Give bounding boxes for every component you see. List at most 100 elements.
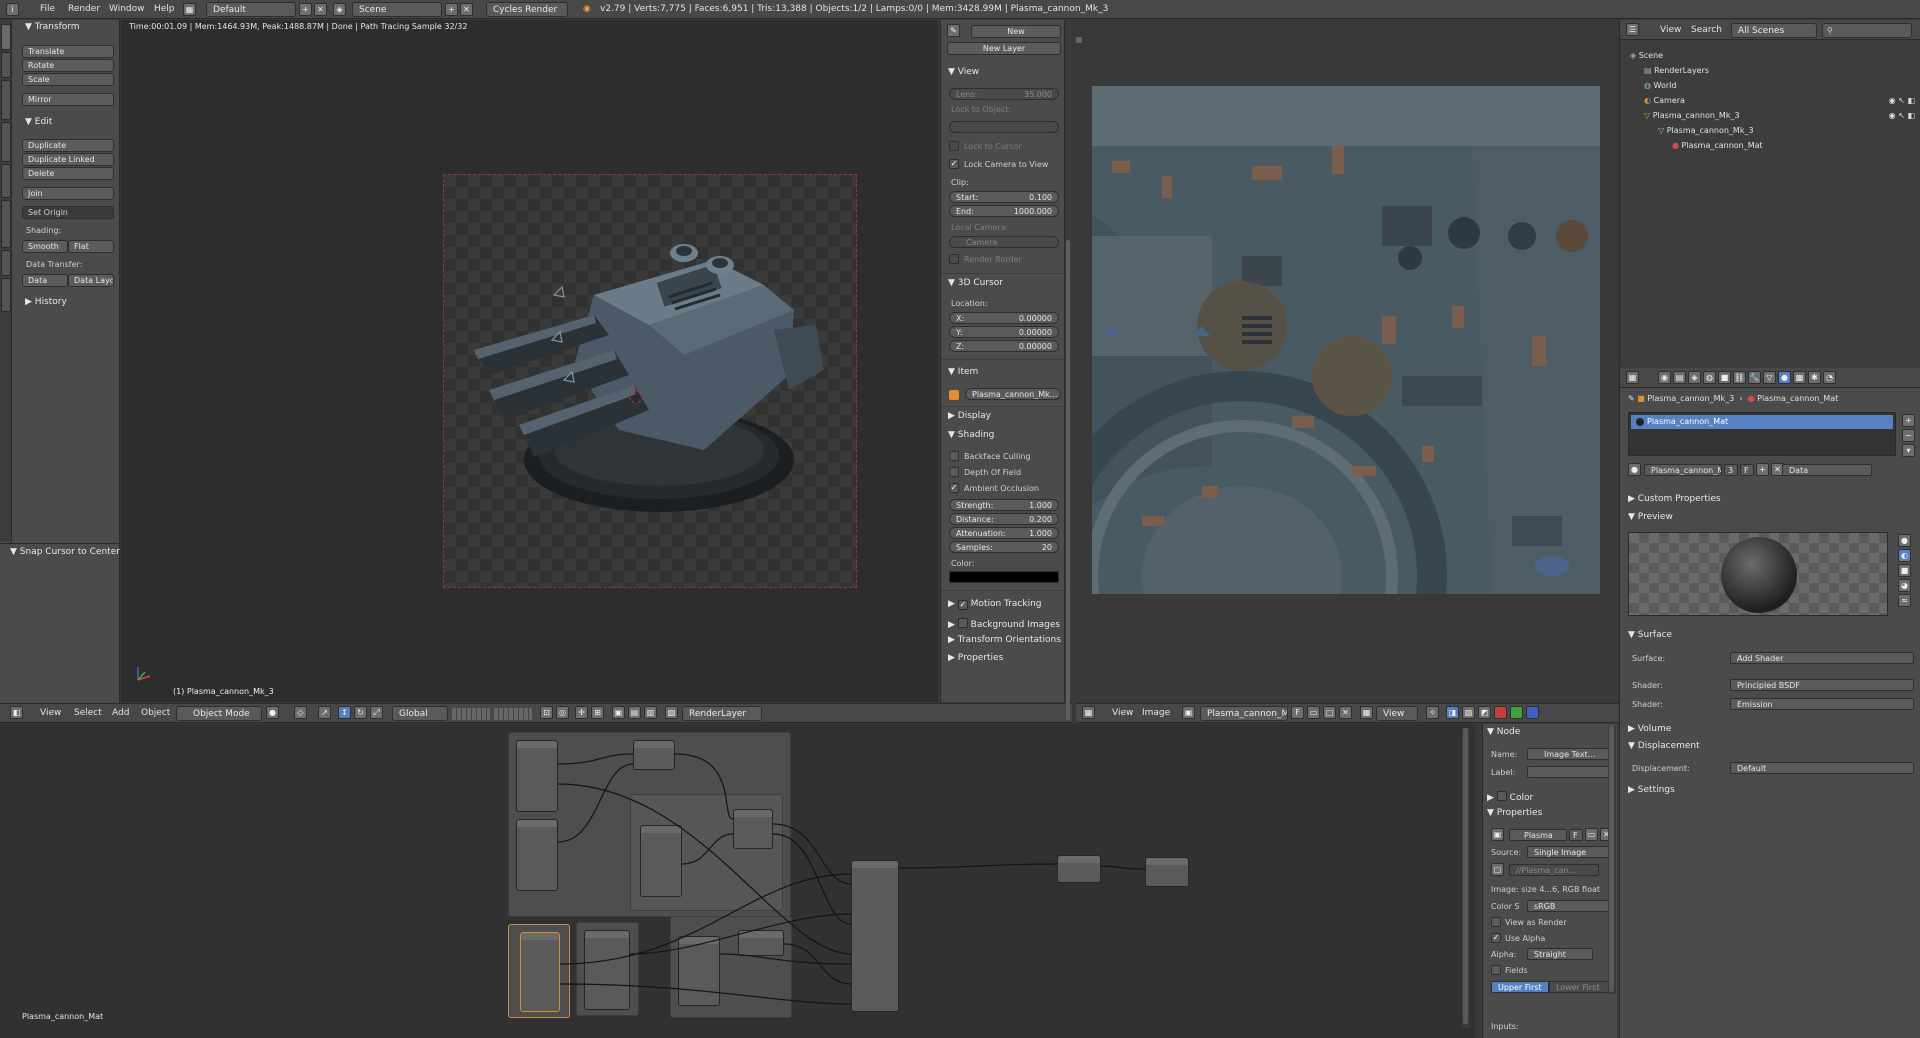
pivot-point-icon[interactable]: ◇: [294, 706, 307, 719]
properties-type-icon[interactable]: ▦: [1626, 371, 1639, 384]
preview-cube-icon[interactable]: ■: [1898, 564, 1911, 577]
render-layers-tab-icon[interactable]: ▤: [1673, 371, 1686, 384]
preview-monkey-icon[interactable]: ◕: [1898, 579, 1911, 592]
preview-header[interactable]: ▼ Preview: [1628, 512, 1673, 522]
backface-culling-checkbox[interactable]: [949, 451, 959, 461]
new-layer-button[interactable]: New Layer: [947, 42, 1061, 55]
ao-checkbox[interactable]: ✓: [949, 483, 959, 493]
tab-animation[interactable]: [1, 122, 11, 162]
last-operator-panel[interactable]: ▼ Snap Cursor to Center: [10, 547, 120, 557]
ao-strength-field[interactable]: Strength: 1.000: [949, 499, 1059, 511]
properties-panel-header[interactable]: ▶ Properties: [948, 653, 1003, 663]
menu-object[interactable]: Object: [141, 707, 170, 720]
color-space-selector[interactable]: sRGB: [1527, 900, 1613, 912]
set-origin-dropdown[interactable]: Set Origin: [22, 206, 114, 219]
outliner-row[interactable]: ▤ RenderLayers: [1620, 63, 1920, 78]
texture-tab-icon[interactable]: ▩: [1793, 371, 1806, 384]
translate-manipulator-icon[interactable]: ↕: [338, 706, 351, 719]
orientation-selector[interactable]: Global: [392, 706, 448, 721]
data-layout-button[interactable]: Data Layo: [68, 274, 114, 287]
material-fake-user[interactable]: F: [1740, 464, 1754, 476]
visibility-toggles-icon[interactable]: ◉ ↖ ◧: [1889, 108, 1915, 123]
modifiers-tab-icon[interactable]: 🔧: [1748, 371, 1761, 384]
opengl-render-icon[interactable]: ▣: [612, 706, 625, 719]
menu-view[interactable]: View: [40, 707, 61, 720]
info-editor-icon[interactable]: i: [6, 3, 19, 16]
outliner-menu-search[interactable]: Search: [1691, 24, 1722, 37]
display-rgb-alpha-icon[interactable]: ◨: [1446, 706, 1459, 719]
node-name-field[interactable]: Image Text...: [1527, 748, 1613, 760]
fields-checkbox[interactable]: [1491, 965, 1501, 975]
display-panel-header[interactable]: ▶ Display: [948, 411, 991, 421]
menu-file[interactable]: File: [40, 3, 55, 16]
mirror-button[interactable]: Mirror: [22, 93, 114, 106]
region-toggle-icon[interactable]: [1076, 37, 1082, 43]
display-alpha-icon[interactable]: ◩: [1478, 706, 1491, 719]
unlink-image-icon[interactable]: ✕: [1339, 706, 1352, 719]
new-image-icon[interactable]: ▭: [1307, 706, 1320, 719]
scene-selector[interactable]: Scene: [352, 2, 442, 17]
opengl-anim-icon[interactable]: ▤: [628, 706, 641, 719]
tab-relations[interactable]: [1, 80, 11, 120]
transform-orientations-panel[interactable]: ▶ Transform Orientations: [948, 635, 1061, 645]
edit-panel-header[interactable]: ▼ Edit: [25, 117, 52, 127]
node-image-fake-user[interactable]: F: [1569, 829, 1583, 841]
world-tab-icon[interactable]: ◍: [1703, 371, 1716, 384]
material-slot-row[interactable]: Plasma_cannon_Mat: [1631, 415, 1893, 429]
lock-to-cursor-checkbox[interactable]: [949, 141, 959, 151]
grease-pencil-icon[interactable]: ✎: [947, 24, 960, 37]
dof-checkbox[interactable]: [949, 467, 959, 477]
transform-panel-header[interactable]: ▼ Transform: [25, 22, 80, 32]
open-image-icon[interactable]: ▢: [1323, 706, 1336, 719]
render-layer-selector-icon[interactable]: ▧: [665, 706, 678, 719]
view-as-render-checkbox[interactable]: [1491, 917, 1501, 927]
node-editor[interactable]: Plasma_cannon_Mat: [0, 724, 1475, 1038]
flat-button[interactable]: Flat: [68, 240, 114, 253]
node-scrollbar-thumb[interactable]: [1463, 728, 1468, 1024]
background-images-checkbox[interactable]: [957, 618, 968, 628]
add-layout-icon[interactable]: +: [299, 3, 312, 16]
new-material-icon[interactable]: +: [1756, 463, 1769, 476]
screen-layout-icon[interactable]: ▦: [183, 3, 196, 16]
render-tab-icon[interactable]: ◉: [1658, 371, 1671, 384]
node-properties-header[interactable]: ▼ Properties: [1487, 808, 1542, 818]
outliner-search-field[interactable]: [1822, 23, 1912, 38]
fake-user-button[interactable]: F: [1291, 706, 1304, 719]
close-scene-icon[interactable]: ✕: [460, 3, 473, 16]
preview-sphere-icon[interactable]: ●: [1898, 534, 1911, 547]
display-rgb-icon[interactable]: ▧: [1462, 706, 1475, 719]
rotate-button[interactable]: Rotate: [22, 59, 114, 72]
motion-tracking-panel[interactable]: ▶ ✓ Motion Tracking: [948, 599, 1042, 610]
add-scene-icon[interactable]: +: [445, 3, 458, 16]
constraints-tab-icon[interactable]: ⛓: [1733, 371, 1746, 384]
particles-tab-icon[interactable]: ✱: [1808, 371, 1821, 384]
material-name-field[interactable]: Plasma_cannon_Mat: [1644, 464, 1722, 476]
outliner-row[interactable]: ▽ Plasma_cannon_Mk_3 ◉ ↖ ◧: [1620, 108, 1920, 123]
material-tab-icon[interactable]: ●: [1778, 371, 1791, 384]
scale-manipulator-icon[interactable]: ⤢: [370, 706, 383, 719]
outliner-row[interactable]: ◍ World: [1620, 78, 1920, 93]
cursor-x-field[interactable]: X: 0.00000: [949, 312, 1059, 324]
image-menu-image[interactable]: Image: [1142, 707, 1170, 720]
menu-help[interactable]: Help: [154, 3, 175, 16]
clip-start-field[interactable]: Start: 0.100: [949, 191, 1059, 203]
3d-viewport[interactable]: Time:00:01.09 | Mem:1464.93M, Peak:1488.…: [121, 20, 938, 702]
snap-target-icon[interactable]: ⊞: [591, 706, 604, 719]
layout-selector[interactable]: Default: [206, 2, 296, 17]
new-button[interactable]: New: [971, 25, 1061, 38]
local-camera-field[interactable]: Camera: [949, 236, 1059, 248]
physics-tab-icon[interactable]: ◔: [1823, 371, 1836, 384]
ao-distance-field[interactable]: Distance: 0.200: [949, 513, 1059, 525]
lock-camera-checkbox[interactable]: ✓: [949, 159, 959, 169]
layers-grid-2[interactable]: [494, 708, 532, 720]
close-layout-icon[interactable]: ✕: [314, 3, 327, 16]
image-path-field[interactable]: //Plasma_can...: [1509, 864, 1599, 876]
displacement-selector[interactable]: Default: [1730, 762, 1914, 774]
preview-hair-icon[interactable]: ≈: [1898, 594, 1911, 607]
alpha-mode-selector[interactable]: Straight: [1527, 948, 1593, 960]
duplicate-linked-button[interactable]: Duplicate Linked: [22, 153, 114, 166]
shading-panel-header[interactable]: ▼ Shading: [948, 430, 994, 440]
node-sidebar-scrollbar-thumb[interactable]: [1609, 726, 1614, 992]
tab-grease-pencil[interactable]: [1, 200, 11, 248]
surface-panel-header[interactable]: ▼ Surface: [1628, 630, 1672, 640]
